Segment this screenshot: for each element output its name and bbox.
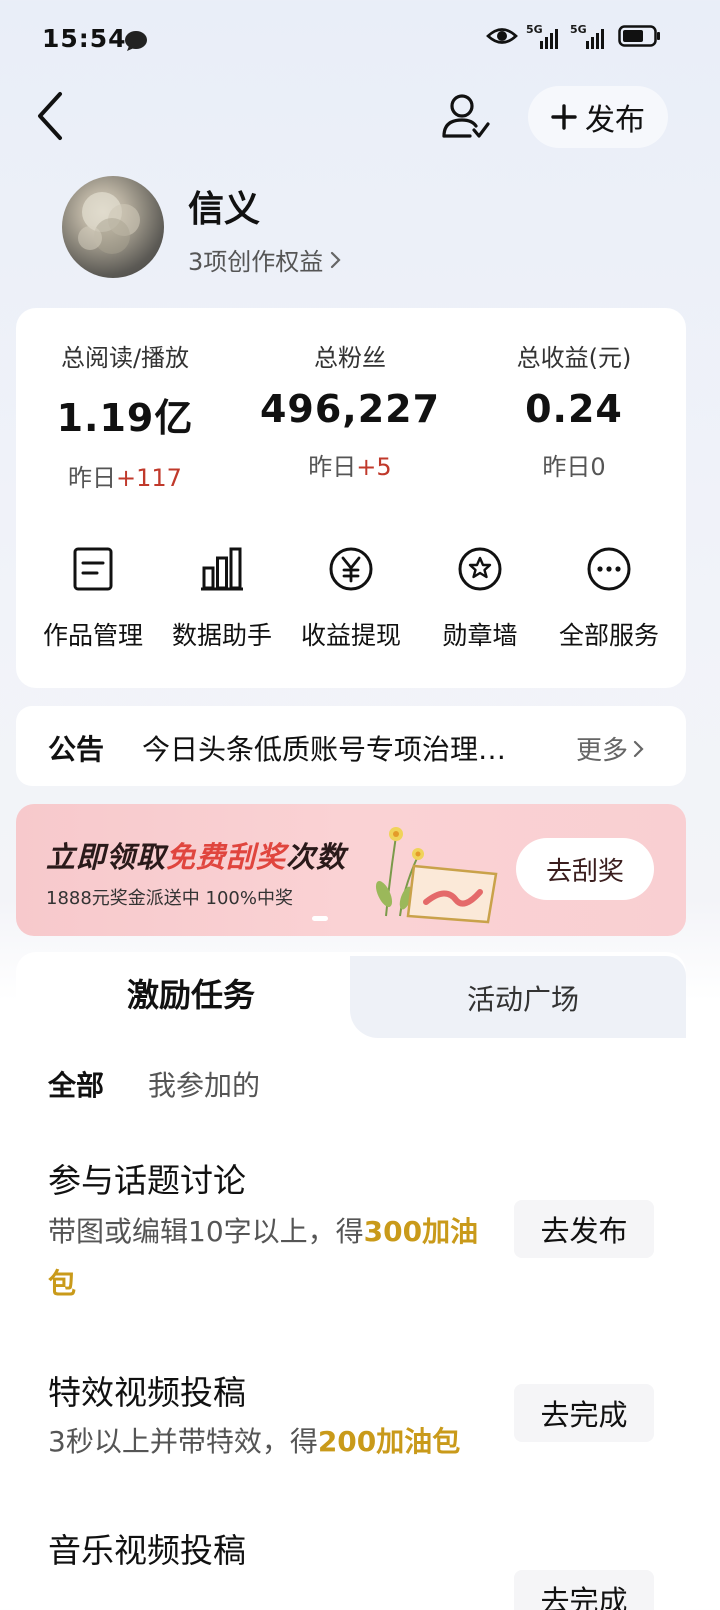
flower-envelope-illustration [375,827,498,924]
message-notification-icon [124,30,148,56]
stat-value: 496,227 [259,387,441,431]
task-description: 带图或编辑10字以上，得300加油包 [48,1206,488,1310]
scratch-lottery-banner[interactable]: 立即领取免费刮奖次数 1888元奖金派送中 100%中奖 去刮奖 [16,804,686,936]
signal-5g-label: 5G [526,23,543,36]
signal-5g-icon: 5G [526,23,562,51]
task-title: 特效视频投稿 [48,1373,246,1412]
service-label: 数据助手 [171,621,272,650]
chevron-right-icon [633,740,644,757]
service-label: 全部服务 [558,621,659,650]
bar-chart-icon [201,547,243,591]
back-arrow-icon [38,92,62,140]
stat-delta-prefix: 昨日 [542,453,591,481]
username: 信义 [188,189,261,230]
announcement-more-link[interactable]: 更多 [576,730,646,767]
signal-5g-icon-2: 5G [570,23,610,51]
chevron-right-icon [331,251,341,268]
stat-delta: 昨日0 [464,447,684,482]
scratch-now-button[interactable]: 去刮奖 [516,838,654,900]
publish-button[interactable]: 发布 [528,86,668,148]
status-indicators: 5G 5G [486,23,662,52]
eye-icon [486,25,518,51]
stat-total-reads[interactable]: 总阅读/播放 1.19亿 昨日+117 [15,338,235,493]
stat-delta-value: +5 [356,453,392,481]
service-label: 勋章墙 [442,621,518,650]
stat-total-earnings[interactable]: 总收益(元) 0.24 昨日0 [464,338,684,482]
publish-label: 发布 [585,103,645,138]
task-action-button[interactable]: 去完成 [514,1384,654,1442]
banner-title-post: 次数 [286,840,347,874]
plus-icon [551,104,577,130]
task-title: 参与话题讨论 [48,1161,246,1200]
creator-benefits-link[interactable]: 3项创作权益 [188,242,343,277]
user-follow-icon [442,94,490,138]
banner-pagination-dot [312,916,328,921]
task-reward: 200加油包 [317,1425,461,1458]
stat-delta-value: 0 [590,453,606,481]
document-icon [73,547,113,591]
task-title: 音乐视频投稿 [48,1531,246,1570]
announcement-label: 公告 [48,733,105,766]
stat-label: 总收益(元) [516,344,632,372]
service-withdraw-earnings[interactable]: 收益提现 [286,546,416,652]
status-time: 15:54 [42,24,127,53]
banner-title-pre: 立即领取 [46,840,167,874]
banner-subtitle: 1888元奖金派送中 100%中奖 [46,888,293,909]
announcement-text[interactable]: 今日头条低质账号专项治理… [142,728,552,768]
stat-label: 总阅读/播放 [60,344,190,372]
stats-card: 总阅读/播放 1.19亿 昨日+117 总粉丝 496,227 昨日+5 总收益… [16,308,686,688]
stat-delta: 昨日+117 [15,458,235,493]
stat-total-followers[interactable]: 总粉丝 496,227 昨日+5 [240,338,460,482]
stat-value: 0.24 [525,387,623,431]
stat-delta: 昨日+5 [240,447,460,482]
stat-value: 1.19亿 [56,396,194,440]
tab-incentive-tasks[interactable]: 激励任务 [16,970,366,1016]
task-desc-text: 带图或编辑10字以上，得 [48,1215,364,1248]
banner-title: 立即领取免费刮奖次数 [46,834,346,876]
stat-delta-prefix: 昨日 [68,464,117,492]
filter-joined[interactable]: 我参加的 [148,1064,260,1104]
service-works-management[interactable]: 作品管理 [28,546,158,652]
service-label: 作品管理 [42,621,143,650]
announcement-bar[interactable]: 公告 今日头条低质账号专项治理… 更多 [16,706,686,786]
follow-user-button[interactable] [436,86,496,146]
more-label: 更多 [576,736,629,766]
task-description: 3秒以上并带特效，得200加油包 [48,1416,528,1468]
service-all-services[interactable]: 全部服务 [544,546,674,652]
task-action-button[interactable]: 去完成 [514,1570,654,1610]
service-label: 收益提现 [300,621,401,650]
tab-activity-plaza[interactable]: 活动广场 [360,978,686,1018]
battery-icon [618,24,662,52]
banner-title-highlight: 免费刮奖 [166,840,287,874]
avatar[interactable] [62,176,164,278]
filter-all[interactable]: 全部 [48,1064,104,1104]
stat-label: 总粉丝 [314,344,386,372]
yuan-icon [329,547,373,591]
back-button[interactable] [30,88,80,144]
stat-delta-prefix: 昨日 [308,453,357,481]
more-icon [587,547,631,591]
service-medal-wall[interactable]: 勋章墙 [415,546,545,652]
medal-icon [458,547,502,591]
task-desc-text: 3秒以上并带特效，得 [48,1425,318,1458]
signal-5g-label-2: 5G [570,23,587,36]
service-data-assistant[interactable]: 数据助手 [157,546,287,652]
stat-delta-value: +117 [116,464,182,492]
benefits-label: 3项创作权益 [188,248,324,276]
task-action-button[interactable]: 去发布 [514,1200,654,1258]
